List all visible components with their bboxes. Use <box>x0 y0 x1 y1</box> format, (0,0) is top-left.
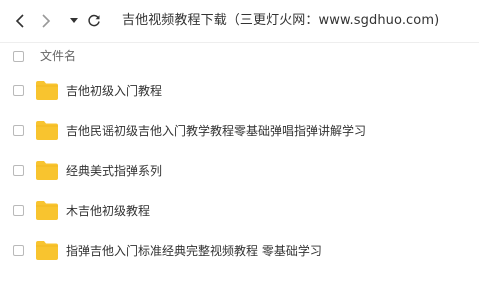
file-name[interactable]: 木吉他初级教程 <box>66 203 150 219</box>
file-name[interactable]: 经典美式指弹系列 <box>66 163 162 179</box>
row-checkbox[interactable] <box>13 85 24 96</box>
list-header: 文件名 <box>0 43 479 71</box>
file-row[interactable]: 经典美式指弹系列 <box>0 151 479 191</box>
file-row[interactable]: 吉他民谣初级吉他入门教学教程零基础弹唱指弹讲解学习 <box>0 111 479 151</box>
row-checkbox[interactable] <box>13 125 24 136</box>
column-header-filename[interactable]: 文件名 <box>40 48 76 64</box>
forward-button[interactable] <box>37 12 55 30</box>
caret-down-icon <box>70 18 78 23</box>
file-row[interactable]: 指弹吉他入门标准经典完整视频教程 零基础学习 <box>0 231 479 271</box>
folder-icon <box>36 201 58 220</box>
toolbar: 吉他视频教程下载（三更灯火网：www.sgdhuo.com) <box>0 0 479 42</box>
refresh-button[interactable] <box>85 12 103 30</box>
file-name[interactable]: 吉他初级入门教程 <box>66 83 162 99</box>
history-dropdown-button[interactable] <box>65 12 83 30</box>
current-path: 吉他视频教程下载（三更灯火网：www.sgdhuo.com) <box>122 13 440 28</box>
row-checkbox[interactable] <box>13 245 24 256</box>
row-checkbox[interactable] <box>13 165 24 176</box>
refresh-icon <box>88 14 100 27</box>
folder-icon <box>36 241 58 260</box>
chevron-left-icon <box>15 14 24 28</box>
back-button[interactable] <box>11 12 29 30</box>
file-row[interactable]: 吉他初级入门教程 <box>0 71 479 111</box>
folder-icon <box>36 121 58 140</box>
folder-icon <box>36 81 58 100</box>
file-name[interactable]: 指弹吉他入门标准经典完整视频教程 零基础学习 <box>66 243 322 259</box>
select-all-checkbox[interactable] <box>13 51 24 62</box>
folder-icon <box>36 161 58 180</box>
file-name[interactable]: 吉他民谣初级吉他入门教学教程零基础弹唱指弹讲解学习 <box>66 123 366 139</box>
chevron-right-icon <box>42 14 51 28</box>
file-row[interactable]: 木吉他初级教程 <box>0 191 479 231</box>
row-checkbox[interactable] <box>13 205 24 216</box>
